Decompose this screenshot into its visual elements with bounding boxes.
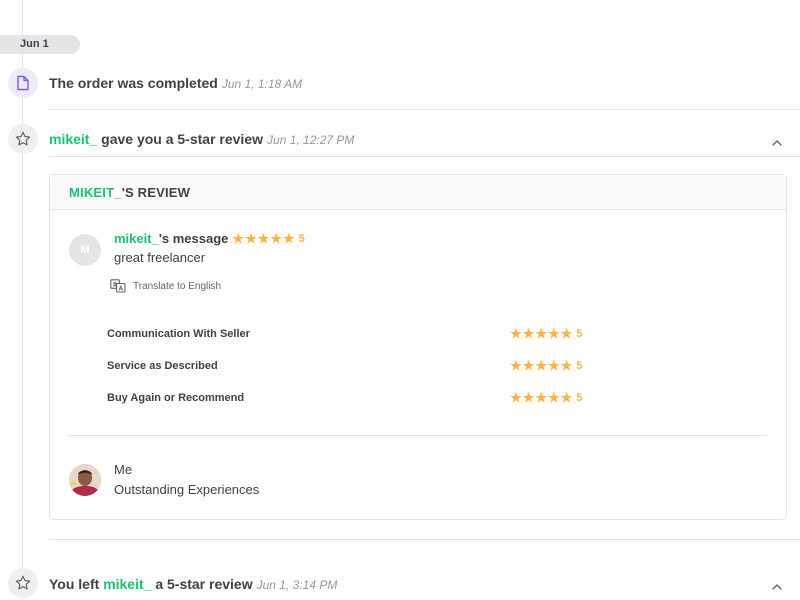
star-filled-icon: ★ bbox=[560, 390, 573, 405]
star-filled-icon: ★ bbox=[232, 231, 245, 246]
card-divider bbox=[69, 435, 767, 436]
star-filled-icon: ★ bbox=[510, 358, 522, 373]
rating-value: 5 bbox=[576, 327, 583, 340]
document-icon bbox=[8, 68, 38, 98]
translate-button[interactable]: Translate to English bbox=[110, 279, 221, 293]
star-filled-icon: ★ bbox=[522, 390, 535, 405]
star-filled-icon: ★ bbox=[547, 358, 560, 373]
event-text: The order was completed bbox=[49, 75, 218, 91]
event-text: a 5-star review bbox=[151, 576, 253, 592]
message-suffix: 's message bbox=[158, 231, 229, 246]
event-time: Jun 1, 1:18 AM bbox=[221, 77, 303, 91]
user-link[interactable]: mikeit_ bbox=[49, 131, 97, 147]
reply-author: Me bbox=[114, 462, 133, 477]
translate-icon bbox=[110, 279, 126, 293]
star-filled-icon: ★ bbox=[560, 358, 573, 373]
event-review-received: mikeit_ gave you a 5-star review Jun 1, 1… bbox=[49, 131, 800, 147]
event-divider bbox=[49, 539, 800, 540]
star-filled-icon: ★ bbox=[522, 358, 535, 373]
rating-value: 5 bbox=[298, 232, 305, 245]
criteria-row: Service as Described ★ ★ ★ ★ ★ 5 bbox=[107, 357, 786, 377]
event-time: Jun 1, 3:14 PM bbox=[256, 578, 338, 592]
star-filled-icon: ★ bbox=[547, 326, 560, 341]
star-filled-icon: ★ bbox=[547, 390, 560, 405]
star-filled-icon: ★ bbox=[283, 231, 295, 246]
user-avatar bbox=[69, 464, 101, 496]
event-text: gave you a 5-star review bbox=[97, 131, 264, 147]
review-header-user[interactable]: MIKEIT_ bbox=[69, 185, 122, 200]
review-message-title: mikeit_'s message ★ ★ ★ ★ ★ 5 bbox=[114, 231, 305, 246]
review-card: MIKEIT_'S REVIEW M mikeit_'s message ★ ★ ★… bbox=[49, 174, 787, 520]
reply-text: Outstanding Experiences bbox=[114, 482, 260, 497]
review-message: great freelancer bbox=[114, 250, 206, 265]
star-filled-icon: ★ bbox=[535, 326, 547, 341]
star-filled-icon: ★ bbox=[510, 390, 522, 405]
star-rating: ★ ★ ★ ★ ★ 5 bbox=[232, 232, 304, 245]
star-filled-icon: ★ bbox=[560, 326, 573, 341]
star-rating: ★ ★ ★ ★ ★ 5 bbox=[510, 327, 582, 340]
star-rating: ★ ★ ★ ★ ★ 5 bbox=[510, 359, 582, 372]
star-filled-icon: ★ bbox=[535, 358, 547, 373]
criteria-label: Communication With Seller bbox=[107, 328, 250, 340]
chevron-up-icon[interactable] bbox=[770, 136, 784, 150]
user-link[interactable]: mikeit_ bbox=[103, 576, 151, 592]
event-order-completed: The order was completed Jun 1, 1:18 AM bbox=[49, 75, 800, 91]
criteria-row: Buy Again or Recommend ★ ★ ★ ★ ★ 5 bbox=[107, 389, 786, 409]
criteria-row: Communication With Seller ★ ★ ★ ★ ★ 5 bbox=[107, 325, 786, 345]
star-icon bbox=[8, 568, 38, 598]
criteria-label: Buy Again or Recommend bbox=[107, 392, 245, 404]
chevron-up-icon[interactable] bbox=[770, 580, 784, 594]
star-filled-icon: ★ bbox=[245, 231, 257, 246]
message-user-link[interactable]: mikeit_ bbox=[114, 231, 159, 246]
order-timeline: Jun 1 The order was completed Jun 1, 1:18… bbox=[0, 0, 800, 600]
star-filled-icon: ★ bbox=[270, 231, 283, 246]
star-filled-icon: ★ bbox=[510, 326, 522, 341]
event-divider bbox=[49, 109, 800, 110]
event-review-left: You left mikeit_ a 5-star review Jun 1, 3… bbox=[49, 576, 800, 592]
criteria-label: Service as Described bbox=[107, 360, 218, 372]
event-divider bbox=[49, 156, 800, 157]
star-filled-icon: ★ bbox=[535, 390, 547, 405]
avatar: M bbox=[69, 234, 101, 266]
event-time: Jun 1, 12:27 PM bbox=[267, 133, 355, 147]
star-rating: ★ ★ ★ ★ ★ 5 bbox=[510, 391, 582, 404]
star-icon bbox=[8, 124, 38, 154]
review-header-suffix: 'S REVIEW bbox=[121, 185, 191, 200]
star-filled-icon: ★ bbox=[522, 326, 535, 341]
review-card-header: MIKEIT_'S REVIEW bbox=[50, 175, 786, 210]
date-pill: Jun 1 bbox=[0, 35, 80, 54]
star-filled-icon: ★ bbox=[257, 231, 270, 246]
rating-value: 5 bbox=[576, 391, 583, 404]
translate-label: Translate to English bbox=[133, 280, 222, 292]
event-prefix: You left bbox=[49, 576, 104, 592]
rating-value: 5 bbox=[576, 359, 583, 372]
